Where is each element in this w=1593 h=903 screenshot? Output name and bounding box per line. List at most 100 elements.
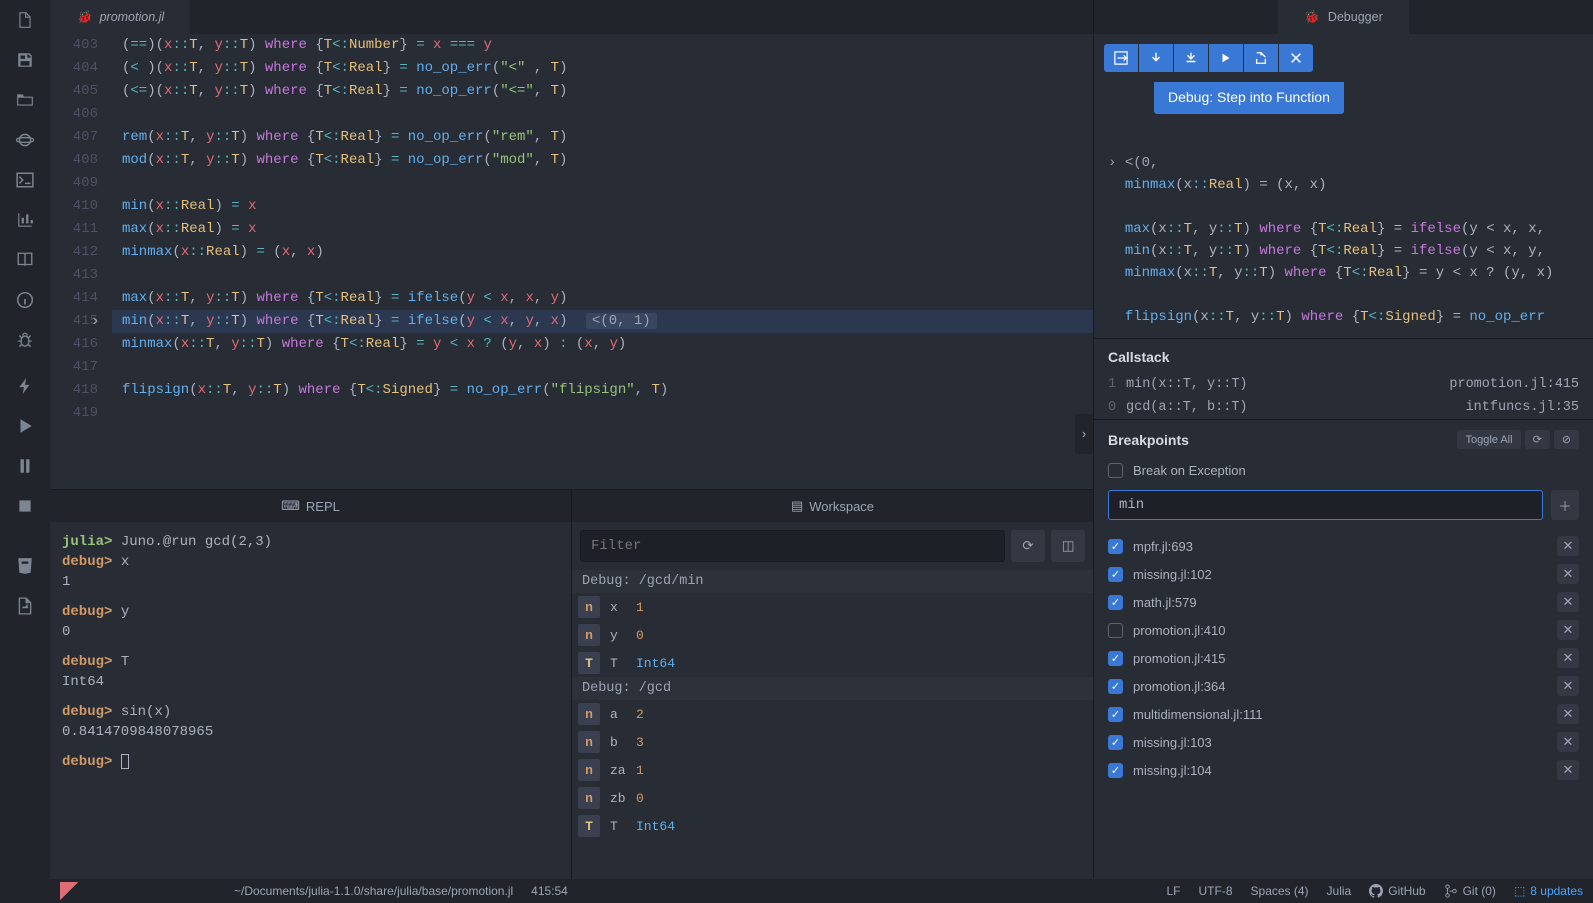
info-icon[interactable]: [15, 290, 35, 310]
add-breakpoint-button[interactable]: ＋: [1551, 490, 1579, 520]
callstack-row[interactable]: 1min(x::T, y::T)promotion.jl:415: [1094, 373, 1593, 396]
workspace-refresh-button[interactable]: ⟳: [1011, 530, 1045, 562]
delete-breakpoint-button[interactable]: ✕: [1557, 760, 1579, 780]
workspace-row[interactable]: TTInt64: [572, 812, 1093, 840]
breakpoint-label[interactable]: promotion.jl:415: [1133, 651, 1547, 666]
new-file-icon[interactable]: [15, 10, 35, 30]
status-indicator[interactable]: [60, 882, 78, 900]
terminal-icon[interactable]: [15, 170, 35, 190]
status-path[interactable]: ~/Documents/julia-1.1.0/share/julia/base…: [234, 884, 513, 898]
breakpoint-label[interactable]: promotion.jl:364: [1133, 679, 1547, 694]
status-encoding[interactable]: UTF-8: [1199, 884, 1233, 898]
code-line[interactable]: [112, 172, 1093, 195]
pdf-icon[interactable]: [15, 596, 35, 616]
status-cursor[interactable]: 415:54: [531, 884, 568, 898]
code-line[interactable]: rem(x::T, y::T) where {T<:Real} = no_op_…: [112, 126, 1093, 149]
breakpoint-checkbox[interactable]: ✓: [1108, 595, 1123, 610]
delete-breakpoint-button[interactable]: ✕: [1557, 592, 1579, 612]
code-line[interactable]: minmax(x::Real) = (x, x): [112, 241, 1093, 264]
workspace-group-header[interactable]: Debug: /gcd/min: [572, 570, 1093, 593]
callstack-row[interactable]: 0gcd(a::T, b::T)intfuncs.jl:35: [1094, 396, 1593, 419]
break-on-exception-checkbox[interactable]: [1108, 463, 1123, 478]
debug-step-over-button[interactable]: [1139, 44, 1173, 72]
code-line[interactable]: mod(x::T, y::T) where {T<:Real} = no_op_…: [112, 149, 1093, 172]
delete-breakpoint-button[interactable]: ✕: [1557, 732, 1579, 752]
breakpoint-label[interactable]: mpfr.jl:693: [1133, 539, 1547, 554]
delete-breakpoint-button[interactable]: ✕: [1557, 704, 1579, 724]
workspace-row[interactable]: nzb0: [572, 784, 1093, 812]
toggle-right-panel[interactable]: ›: [1075, 414, 1093, 454]
breakpoint-checkbox[interactable]: ✓: [1108, 567, 1123, 582]
breakpoint-label[interactable]: multidimensional.jl:111: [1133, 707, 1547, 722]
stop-icon[interactable]: [15, 496, 35, 516]
debug-continue-button[interactable]: [1104, 44, 1138, 72]
workspace-row[interactable]: nb3: [572, 728, 1093, 756]
breakpoint-checkbox[interactable]: ✓: [1108, 735, 1123, 750]
workspace-row[interactable]: ny0: [572, 621, 1093, 649]
status-updates[interactable]: ⬚ 8 updates: [1514, 884, 1583, 898]
code-line[interactable]: min(x::Real) = x: [112, 195, 1093, 218]
breakpoint-checkbox[interactable]: ✓: [1108, 539, 1123, 554]
workspace-filter-input[interactable]: [580, 530, 1005, 562]
breakpoint-label[interactable]: missing.jl:104: [1133, 763, 1547, 778]
breakpoint-label[interactable]: missing.jl:103: [1133, 735, 1547, 750]
workspace-group-header[interactable]: Debug: /gcd: [572, 677, 1093, 700]
save-icon[interactable]: [15, 50, 35, 70]
code-line[interactable]: [112, 264, 1093, 287]
code-line[interactable]: (==)(x::T, y::T) where {T<:Number} = x =…: [112, 34, 1093, 57]
status-lang[interactable]: Julia: [1327, 884, 1352, 898]
html-icon[interactable]: [15, 556, 35, 576]
toggle-all-breakpoints-button[interactable]: Toggle All: [1457, 430, 1520, 449]
breakpoint-label[interactable]: missing.jl:102: [1133, 567, 1547, 582]
workspace-module-button[interactable]: ◫: [1051, 530, 1085, 562]
pause-icon[interactable]: [15, 456, 35, 476]
workspace-row[interactable]: TTInt64: [572, 649, 1093, 677]
bug-icon[interactable]: [15, 330, 35, 350]
breakpoint-input[interactable]: [1108, 490, 1543, 520]
code-editor[interactable]: 4034044054064074084094104114124134144154…: [50, 34, 1093, 489]
status-github[interactable]: GitHub: [1369, 884, 1425, 898]
breakpoint-checkbox[interactable]: ✓: [1108, 763, 1123, 778]
clear-breakpoints-button[interactable]: ⊘: [1554, 430, 1579, 449]
workspace-row[interactable]: nza1: [572, 756, 1093, 784]
debug-step-into-button[interactable]: [1174, 44, 1208, 72]
delete-breakpoint-button[interactable]: ✕: [1557, 676, 1579, 696]
breakpoint-checkbox[interactable]: ✓: [1108, 679, 1123, 694]
folder-icon[interactable]: [15, 90, 35, 110]
debug-step-out-button[interactable]: [1244, 44, 1278, 72]
workspace-header[interactable]: ▤ Workspace: [572, 490, 1093, 522]
breakpoint-checkbox[interactable]: ✓: [1108, 651, 1123, 666]
delete-breakpoint-button[interactable]: ✕: [1557, 564, 1579, 584]
code-line[interactable]: min(x::T, y::T) where {T<:Real} = ifelse…: [112, 310, 1093, 333]
code-line[interactable]: [112, 103, 1093, 126]
status-lf[interactable]: LF: [1167, 884, 1181, 898]
delete-breakpoint-button[interactable]: ✕: [1557, 536, 1579, 556]
status-spaces[interactable]: Spaces (4): [1251, 884, 1309, 898]
tab-debugger[interactable]: 🐞 Debugger: [1278, 0, 1408, 34]
code-line[interactable]: (< )(x::T, y::T) where {T<:Real} = no_op…: [112, 57, 1093, 80]
breakpoint-checkbox[interactable]: ✓: [1108, 707, 1123, 722]
code-line[interactable]: (<=)(x::T, y::T) where {T<:Real} = no_op…: [112, 80, 1093, 103]
debug-step-next-button[interactable]: [1209, 44, 1243, 72]
debug-stop-button[interactable]: [1279, 44, 1313, 72]
code-line[interactable]: [112, 402, 1093, 425]
bolt-icon[interactable]: [15, 376, 35, 396]
status-git[interactable]: Git (0): [1444, 884, 1496, 898]
breakpoint-checkbox[interactable]: [1108, 623, 1123, 638]
repl-header[interactable]: ⌨ REPL: [50, 490, 571, 522]
repl-body[interactable]: julia> Juno.@run gcd(2,3)debug> x1debug>…: [50, 522, 571, 879]
tab-promotion-jl[interactable]: 🐞 promotion.jl: [50, 0, 190, 34]
delete-breakpoint-button[interactable]: ✕: [1557, 648, 1579, 668]
code-line[interactable]: max(x::Real) = x: [112, 218, 1093, 241]
refresh-breakpoints-button[interactable]: ⟳: [1525, 430, 1550, 449]
code-line[interactable]: max(x::T, y::T) where {T<:Real} = ifelse…: [112, 287, 1093, 310]
chart-icon[interactable]: [15, 210, 35, 230]
code-line[interactable]: [112, 356, 1093, 379]
workspace-row[interactable]: nx1: [572, 593, 1093, 621]
delete-breakpoint-button[interactable]: ✕: [1557, 620, 1579, 640]
book-icon[interactable]: [15, 250, 35, 270]
breakpoint-label[interactable]: math.jl:579: [1133, 595, 1547, 610]
planet-icon[interactable]: [15, 130, 35, 150]
workspace-row[interactable]: na2: [572, 700, 1093, 728]
code-line[interactable]: flipsign(x::T, y::T) where {T<:Signed} =…: [112, 379, 1093, 402]
